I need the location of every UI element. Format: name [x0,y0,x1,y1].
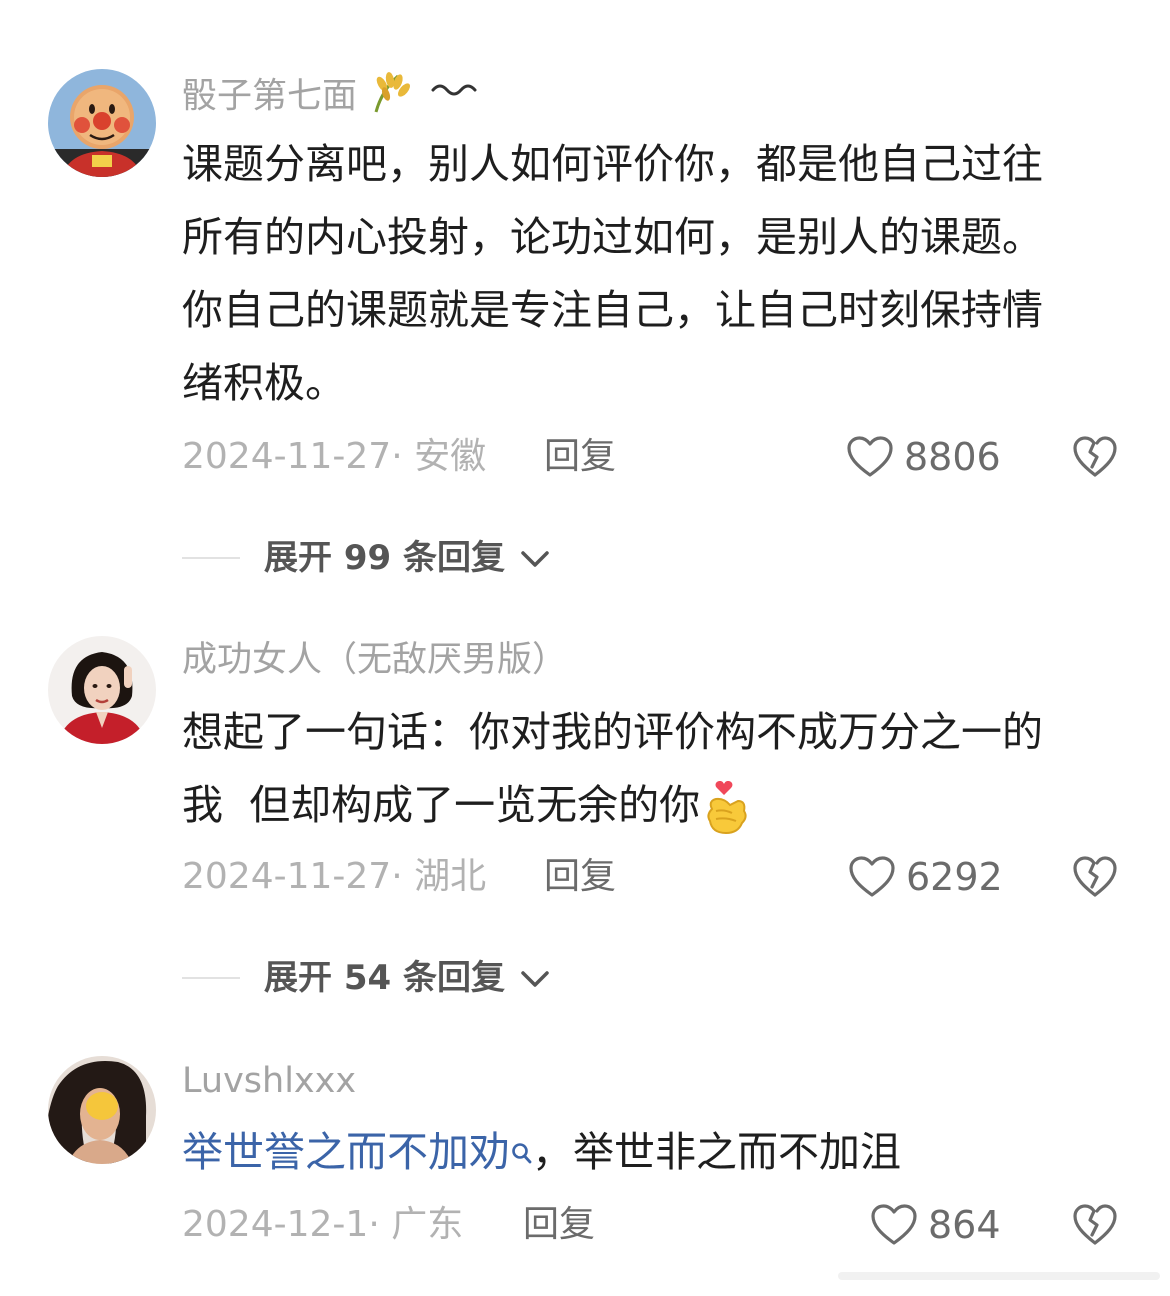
comment-date: 2024-11-27 [182,856,392,897]
username[interactable]: 成功女人（无敌厌男版） [182,638,567,682]
like-count: 864 [928,1203,1001,1247]
broken-heart-icon[interactable] [1072,855,1118,899]
comment-meta: 2024-12-1· 广东 [182,1203,463,1247]
broken-heart-icon[interactable] [1072,1203,1118,1247]
comment-line: 你自己的课题就是专注自己，让自己时刻保持情 [182,286,1043,334]
heart-outline-icon[interactable] [870,1203,918,1247]
comment-line-text: 我 但却构成了一览无余的你 [182,781,701,829]
avatar[interactable] [48,1056,156,1164]
comment-meta: 2024-11-27· 湖北 [182,855,486,899]
expand-replies-button[interactable]: 展开 54 条回复 [182,953,582,1003]
comment-location: 湖北 [414,856,487,897]
comment-text-rest: ，举世非之而不加沮 [532,1128,901,1176]
heart-outline-icon[interactable] [846,435,894,479]
expand-replies-button[interactable]: 展开 99 条回复 [182,533,582,583]
comment-line: 所有的内心投射，论功过如何，是别人的课题。 [182,213,1043,261]
search-keyword-text: 举世誉之而不加劝 [182,1128,510,1176]
comment-meta: 2024-11-27· 安徽 [182,435,486,479]
broken-heart-icon[interactable] [1072,435,1118,479]
comment-text: 举世誉之而不加劝 ，举世非之而不加沮 [182,1116,1117,1189]
expand-replies-label: 展开 54 条回复 [264,958,505,998]
comment-line: 想起了一句话：你对我的评价构不成万分之一的 [182,708,1043,756]
chevron-down-icon [518,967,552,991]
heart-hands-emoji [704,779,750,837]
heart-outline-icon[interactable] [848,855,896,899]
username-text: 骰子第七面 [182,76,358,117]
comment-line: 我 但却构成了一览无余的你 [182,769,1117,842]
avatar[interactable] [48,69,156,177]
expand-replies-label: 展开 99 条回复 [264,538,505,578]
comment-location: 安徽 [414,436,487,477]
like-count: 6292 [906,855,1003,899]
like-count: 8806 [904,435,1001,479]
divider [182,977,240,979]
search-keyword-link[interactable]: 举世誉之而不加劝 [182,1128,532,1176]
meta-separator: · [391,436,415,477]
comment-date: 2024-12-1 [182,1204,369,1245]
wave-icon [429,70,481,125]
watermark [838,1266,1160,1286]
username[interactable]: Luvshlxxx [182,1059,356,1103]
comment-text: 想起了一句话：你对我的评价构不成万分之一的 我 但却构成了一览无余的你 [182,696,1117,842]
comment-line: 绪积极。 [182,359,346,407]
reply-button[interactable]: 回复 [544,435,616,479]
comment-text: 课题分离吧，别人如何评价你，都是他自己过往 所有的内心投射，论功过如何，是别人的… [182,128,1117,420]
rice-icon [368,70,418,125]
divider [182,557,240,559]
search-icon [510,1118,532,1164]
comment-date: 2024-11-27 [182,436,392,477]
avatar[interactable] [48,636,156,744]
reply-button[interactable]: 回复 [544,855,616,899]
comment-line: 举世誉之而不加劝 ，举世非之而不加沮 [182,1116,1117,1189]
meta-separator: · [368,1204,392,1245]
username[interactable]: 骰子第七面 [182,70,481,125]
reply-button[interactable]: 回复 [523,1203,595,1247]
comment-line: 课题分离吧，别人如何评价你，都是他自己过往 [182,140,1043,188]
meta-separator: · [391,856,415,897]
chevron-down-icon [518,547,552,571]
comment-location: 广东 [391,1204,464,1245]
